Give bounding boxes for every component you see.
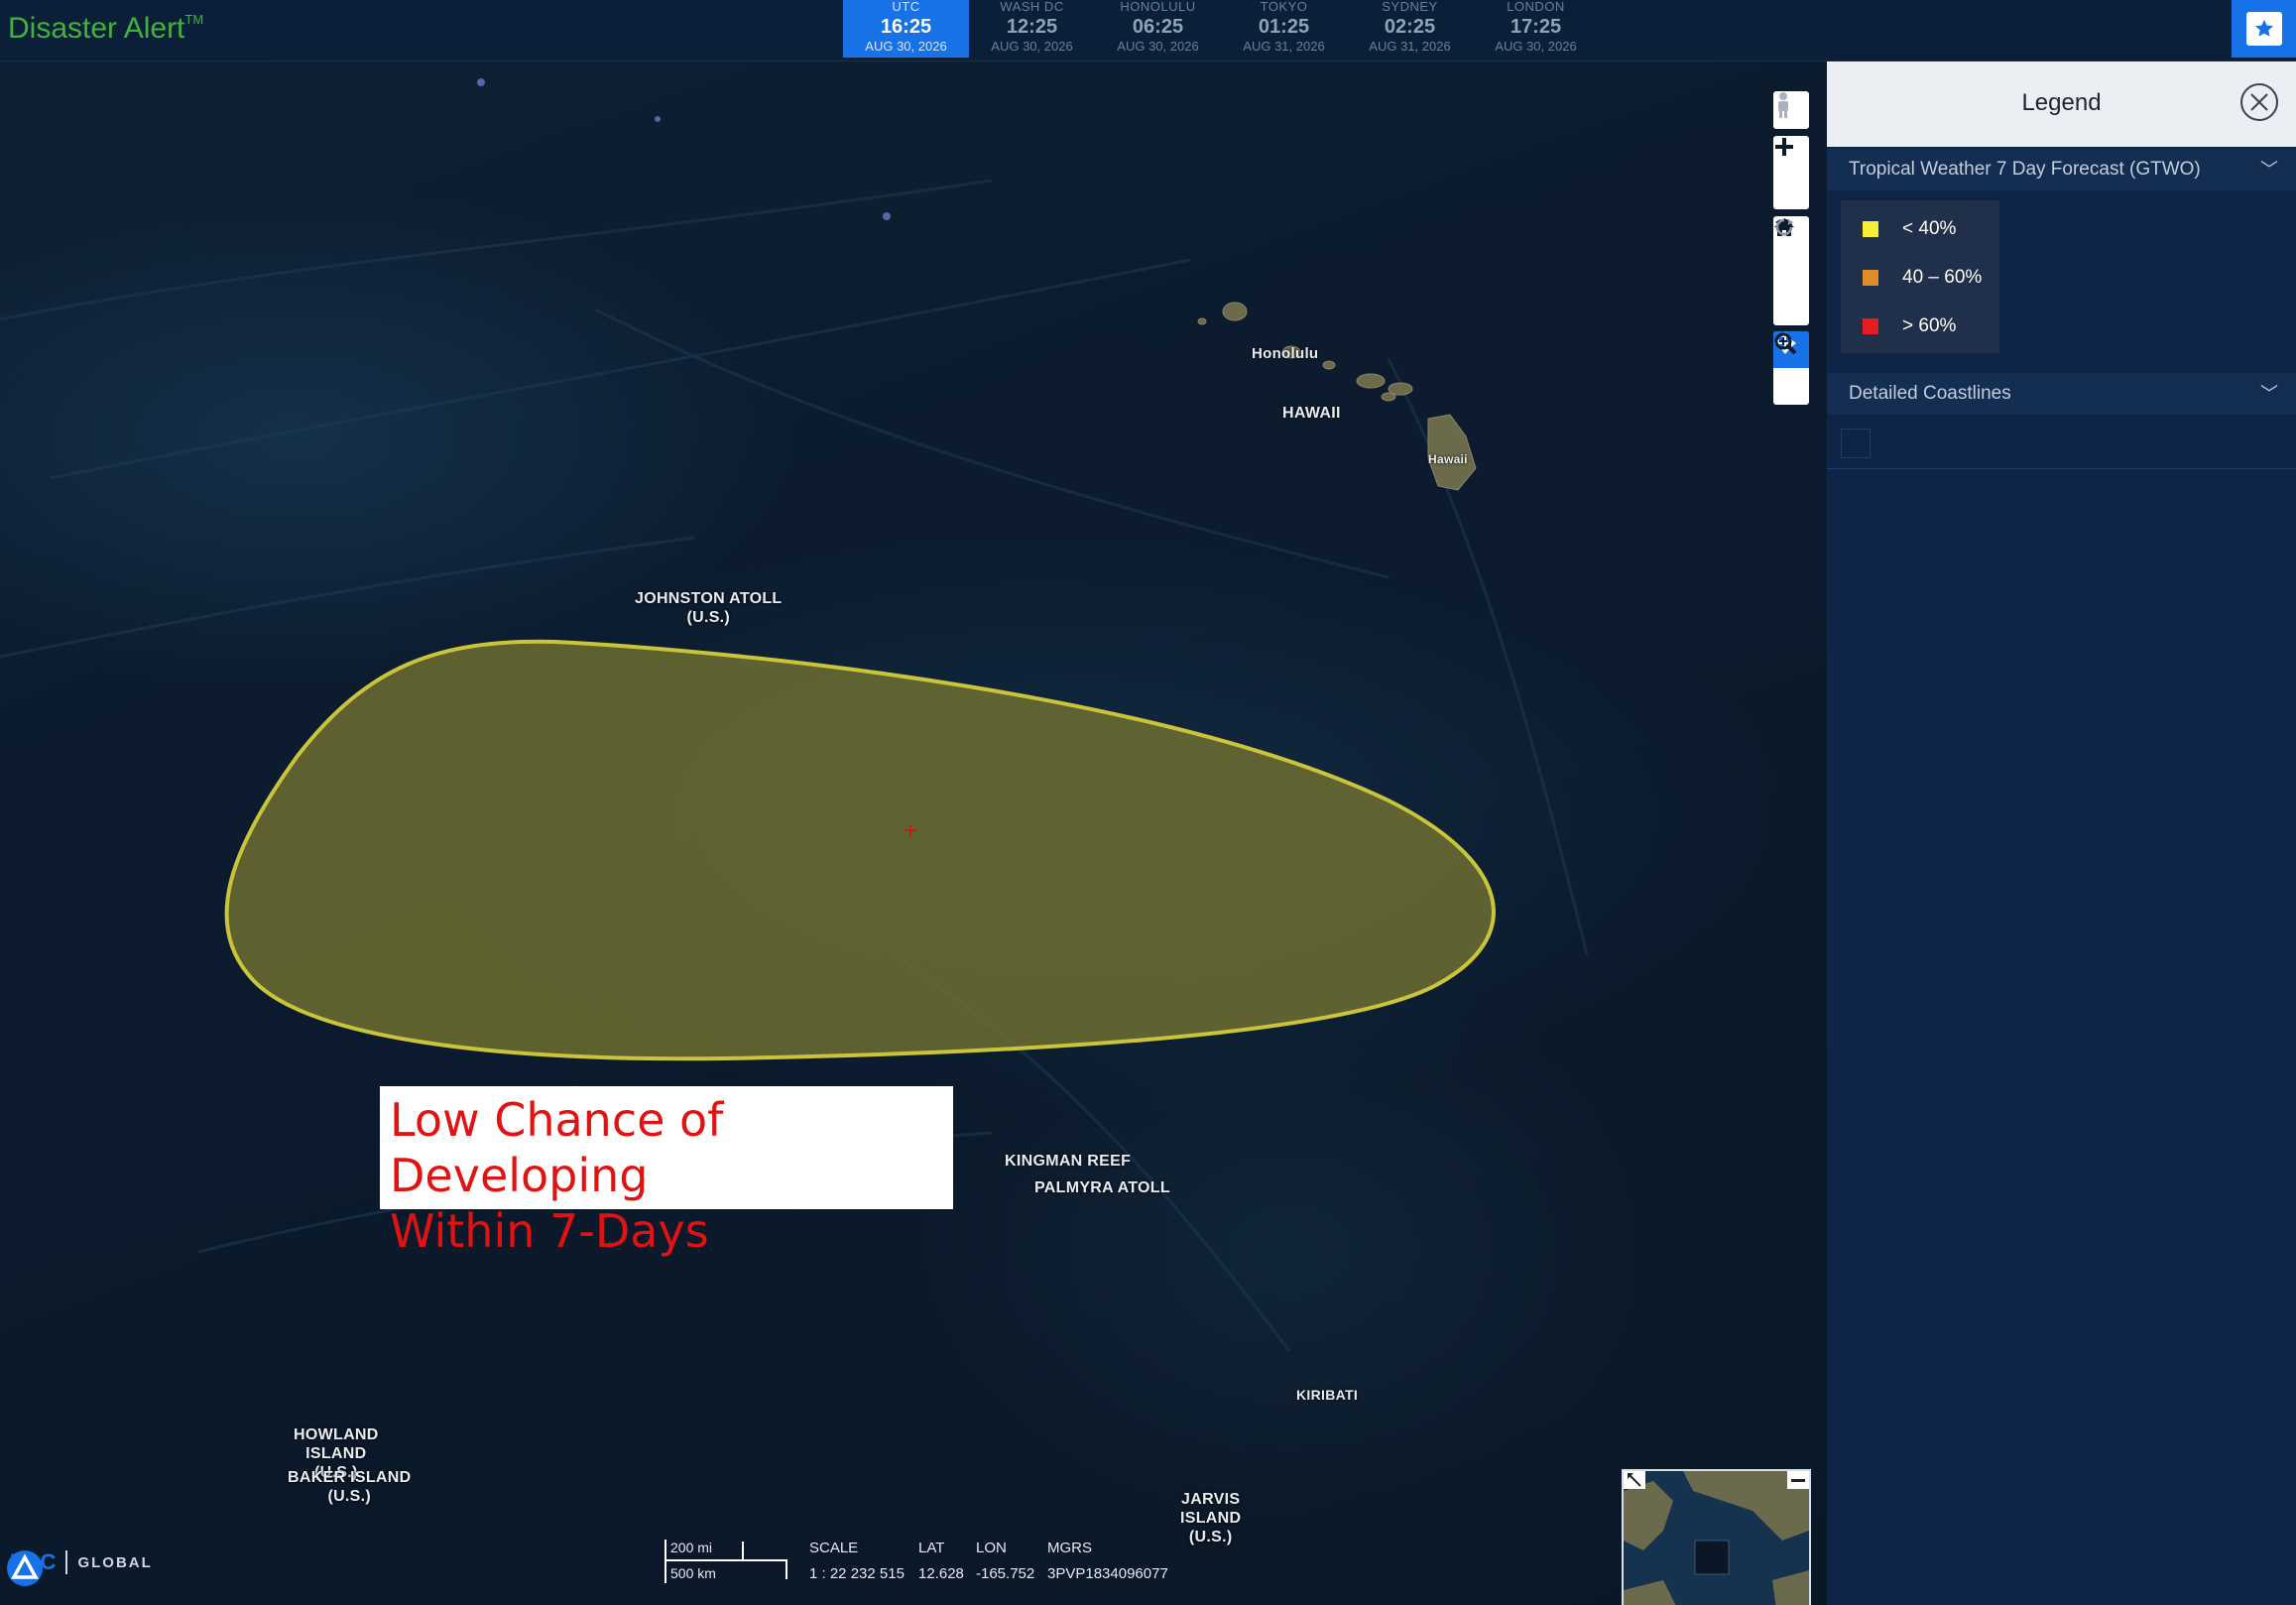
map-canvas (0, 78, 1589, 1352)
app-title: Disaster Alert (8, 12, 185, 45)
legend-header: Legend (1827, 62, 2296, 147)
clock-wash-dc[interactable]: WASH DC 12:25 AUG 30, 2026 (969, 0, 1095, 58)
legend-item-medium: 40 – 60% (1863, 263, 1982, 293)
expand-arrow-icon (1628, 1473, 1641, 1487)
app-logo[interactable]: Disaster AlertTM (8, 12, 203, 46)
close-icon (2250, 93, 2268, 111)
chevron-down-icon: ﹀ (2260, 384, 2278, 404)
chevron-down-icon: ﹀ (2260, 160, 2278, 180)
rotate-right-icon (1775, 218, 1793, 236)
clock-zone: UTC (892, 0, 920, 14)
minimap-canvas (1624, 1471, 1809, 1605)
clock-time: 12:25 (1006, 16, 1058, 38)
clock-zone: SYDNEY (1382, 0, 1438, 14)
label-johnston-atoll: JOHNSTON ATOLL (U.S.) (635, 590, 783, 626)
mgrs-label: MGRS (1047, 1540, 1092, 1556)
legend-close-button[interactable] (2240, 83, 2278, 121)
legend-section-coastlines[interactable]: Detailed Coastlines ﹀ (1827, 373, 2296, 415)
trademark: TM (184, 12, 204, 27)
interaction-controls (1773, 331, 1809, 405)
forecast-area (224, 639, 1496, 1061)
lat-value: 12.628 (918, 1565, 964, 1582)
legend-panel: Legend Tropical Weather 7 Day Forecast (… (1827, 62, 2296, 1605)
mgrs-value: 3PVP1834096077 (1047, 1565, 1168, 1582)
clock-tokyo[interactable]: TOKYO 01:25 AUG 31, 2026 (1221, 0, 1347, 58)
coastline-swatch (1841, 429, 1871, 458)
scale-km: 500 km (670, 1565, 716, 1581)
map-view[interactable]: Honolulu HAWAII Hawaii JOHNSTON ATOLL (U… (0, 62, 1827, 1605)
label-kiribati: KIRIBATI (1296, 1387, 1359, 1403)
legend-item-label: > 60% (1902, 315, 1957, 336)
zoom-controls (1773, 136, 1809, 209)
label-kingman-reef: KINGMAN REEF (1005, 1153, 1132, 1170)
clock-time: 16:25 (880, 16, 932, 38)
legend-item-low: < 40% (1863, 214, 1956, 244)
pegman-button[interactable] (1773, 91, 1809, 129)
legend-item-label: 40 – 60% (1902, 267, 1983, 288)
clock-time: 02:25 (1384, 16, 1436, 38)
world-clocks: UTC 16:25 AUG 30, 2026 WASH DC 12:25 AUG… (843, 0, 1599, 58)
clock-zone: TOKYO (1260, 0, 1308, 14)
lat-label: LAT (918, 1540, 945, 1556)
pdc-logo-icon (7, 1550, 43, 1586)
pegman-icon (1778, 92, 1788, 118)
zoom-out-icon (1775, 145, 1793, 149)
clock-time: 01:25 (1258, 16, 1310, 38)
brand-suffix: GLOBAL (77, 1553, 153, 1571)
section-title: Tropical Weather 7 Day Forecast (GTWO) (1849, 159, 2201, 180)
section-title: Detailed Coastlines (1849, 383, 2011, 404)
minimap-expand-button[interactable] (1624, 1471, 1645, 1489)
clock-zone: LONDON (1507, 0, 1565, 14)
zoom-box-icon (1774, 332, 1797, 355)
label-honolulu: Honolulu (1252, 345, 1319, 362)
clock-date: AUG 30, 2026 (1495, 39, 1577, 54)
view-controls (1773, 216, 1809, 325)
clock-honolulu[interactable]: HONOLULU 06:25 AUG 30, 2026 (1095, 0, 1221, 58)
minimize-icon (1791, 1479, 1805, 1482)
clock-time: 17:25 (1510, 16, 1562, 38)
forecast-annotation: Low Chance of Developing Within 7-Days (380, 1086, 953, 1258)
lon-value: -165.752 (976, 1565, 1035, 1582)
pdc-global-logo[interactable]: PDC GLOBAL (6, 1549, 153, 1586)
orange-swatch (1863, 270, 1878, 286)
top-bar: Disaster AlertTM UTC 16:25 AUG 30, 2026 … (0, 0, 2296, 62)
legend-swatches: < 40% 40 – 60% > 60% (1841, 200, 1999, 353)
scale-value: 1 : 22 232 515 (809, 1565, 905, 1582)
legend-title: Legend (2021, 89, 2102, 116)
legend-section-gtwo[interactable]: Tropical Weather 7 Day Forecast (GTWO) ﹀ (1827, 149, 2296, 190)
legend-item-high: > 60% (1863, 311, 1956, 341)
scale-miles: 200 mi (670, 1540, 713, 1555)
label-palmyra-atoll: PALMYRA ATOLL (1034, 1179, 1170, 1196)
scale-bar: 200 mi 500 km (663, 1540, 789, 1583)
clock-date: AUG 31, 2026 (1369, 39, 1451, 54)
label-hawaii: HAWAII (1282, 405, 1341, 422)
minimap-collapse-button[interactable] (1787, 1471, 1809, 1489)
lon-label: LON (976, 1540, 1007, 1556)
yellow-swatch (1863, 221, 1878, 237)
clock-date: AUG 30, 2026 (865, 39, 947, 54)
label-hawaii-island: Hawaii (1428, 452, 1468, 466)
clock-utc[interactable]: UTC 16:25 AUG 30, 2026 (843, 0, 969, 58)
clock-zone: WASH DC (1000, 0, 1064, 14)
red-swatch (1863, 318, 1878, 334)
clock-zone: HONOLULU (1120, 0, 1196, 14)
scale-label: SCALE (809, 1540, 859, 1556)
star-icon (2245, 12, 2282, 46)
clock-sydney[interactable]: SYDNEY 02:25 AUG 31, 2026 (1347, 0, 1473, 58)
alerts-button[interactable] (2232, 0, 2296, 58)
clock-time: 06:25 (1132, 16, 1184, 38)
label-jarvis-island: JARVIS ISLAND (U.S.) (1180, 1491, 1242, 1545)
clock-date: AUG 30, 2026 (991, 39, 1073, 54)
overview-minimap[interactable] (1622, 1469, 1811, 1605)
clock-date: AUG 31, 2026 (1243, 39, 1325, 54)
legend-item-label: < 40% (1902, 218, 1957, 239)
label-baker-island: BAKER ISLAND (U.S.) (288, 1469, 412, 1505)
clock-date: AUG 30, 2026 (1117, 39, 1199, 54)
app: Disaster AlertTM UTC 16:25 AUG 30, 2026 … (0, 0, 2296, 1605)
clock-london[interactable]: LONDON 17:25 AUG 30, 2026 (1473, 0, 1599, 58)
divider (1827, 468, 2296, 469)
